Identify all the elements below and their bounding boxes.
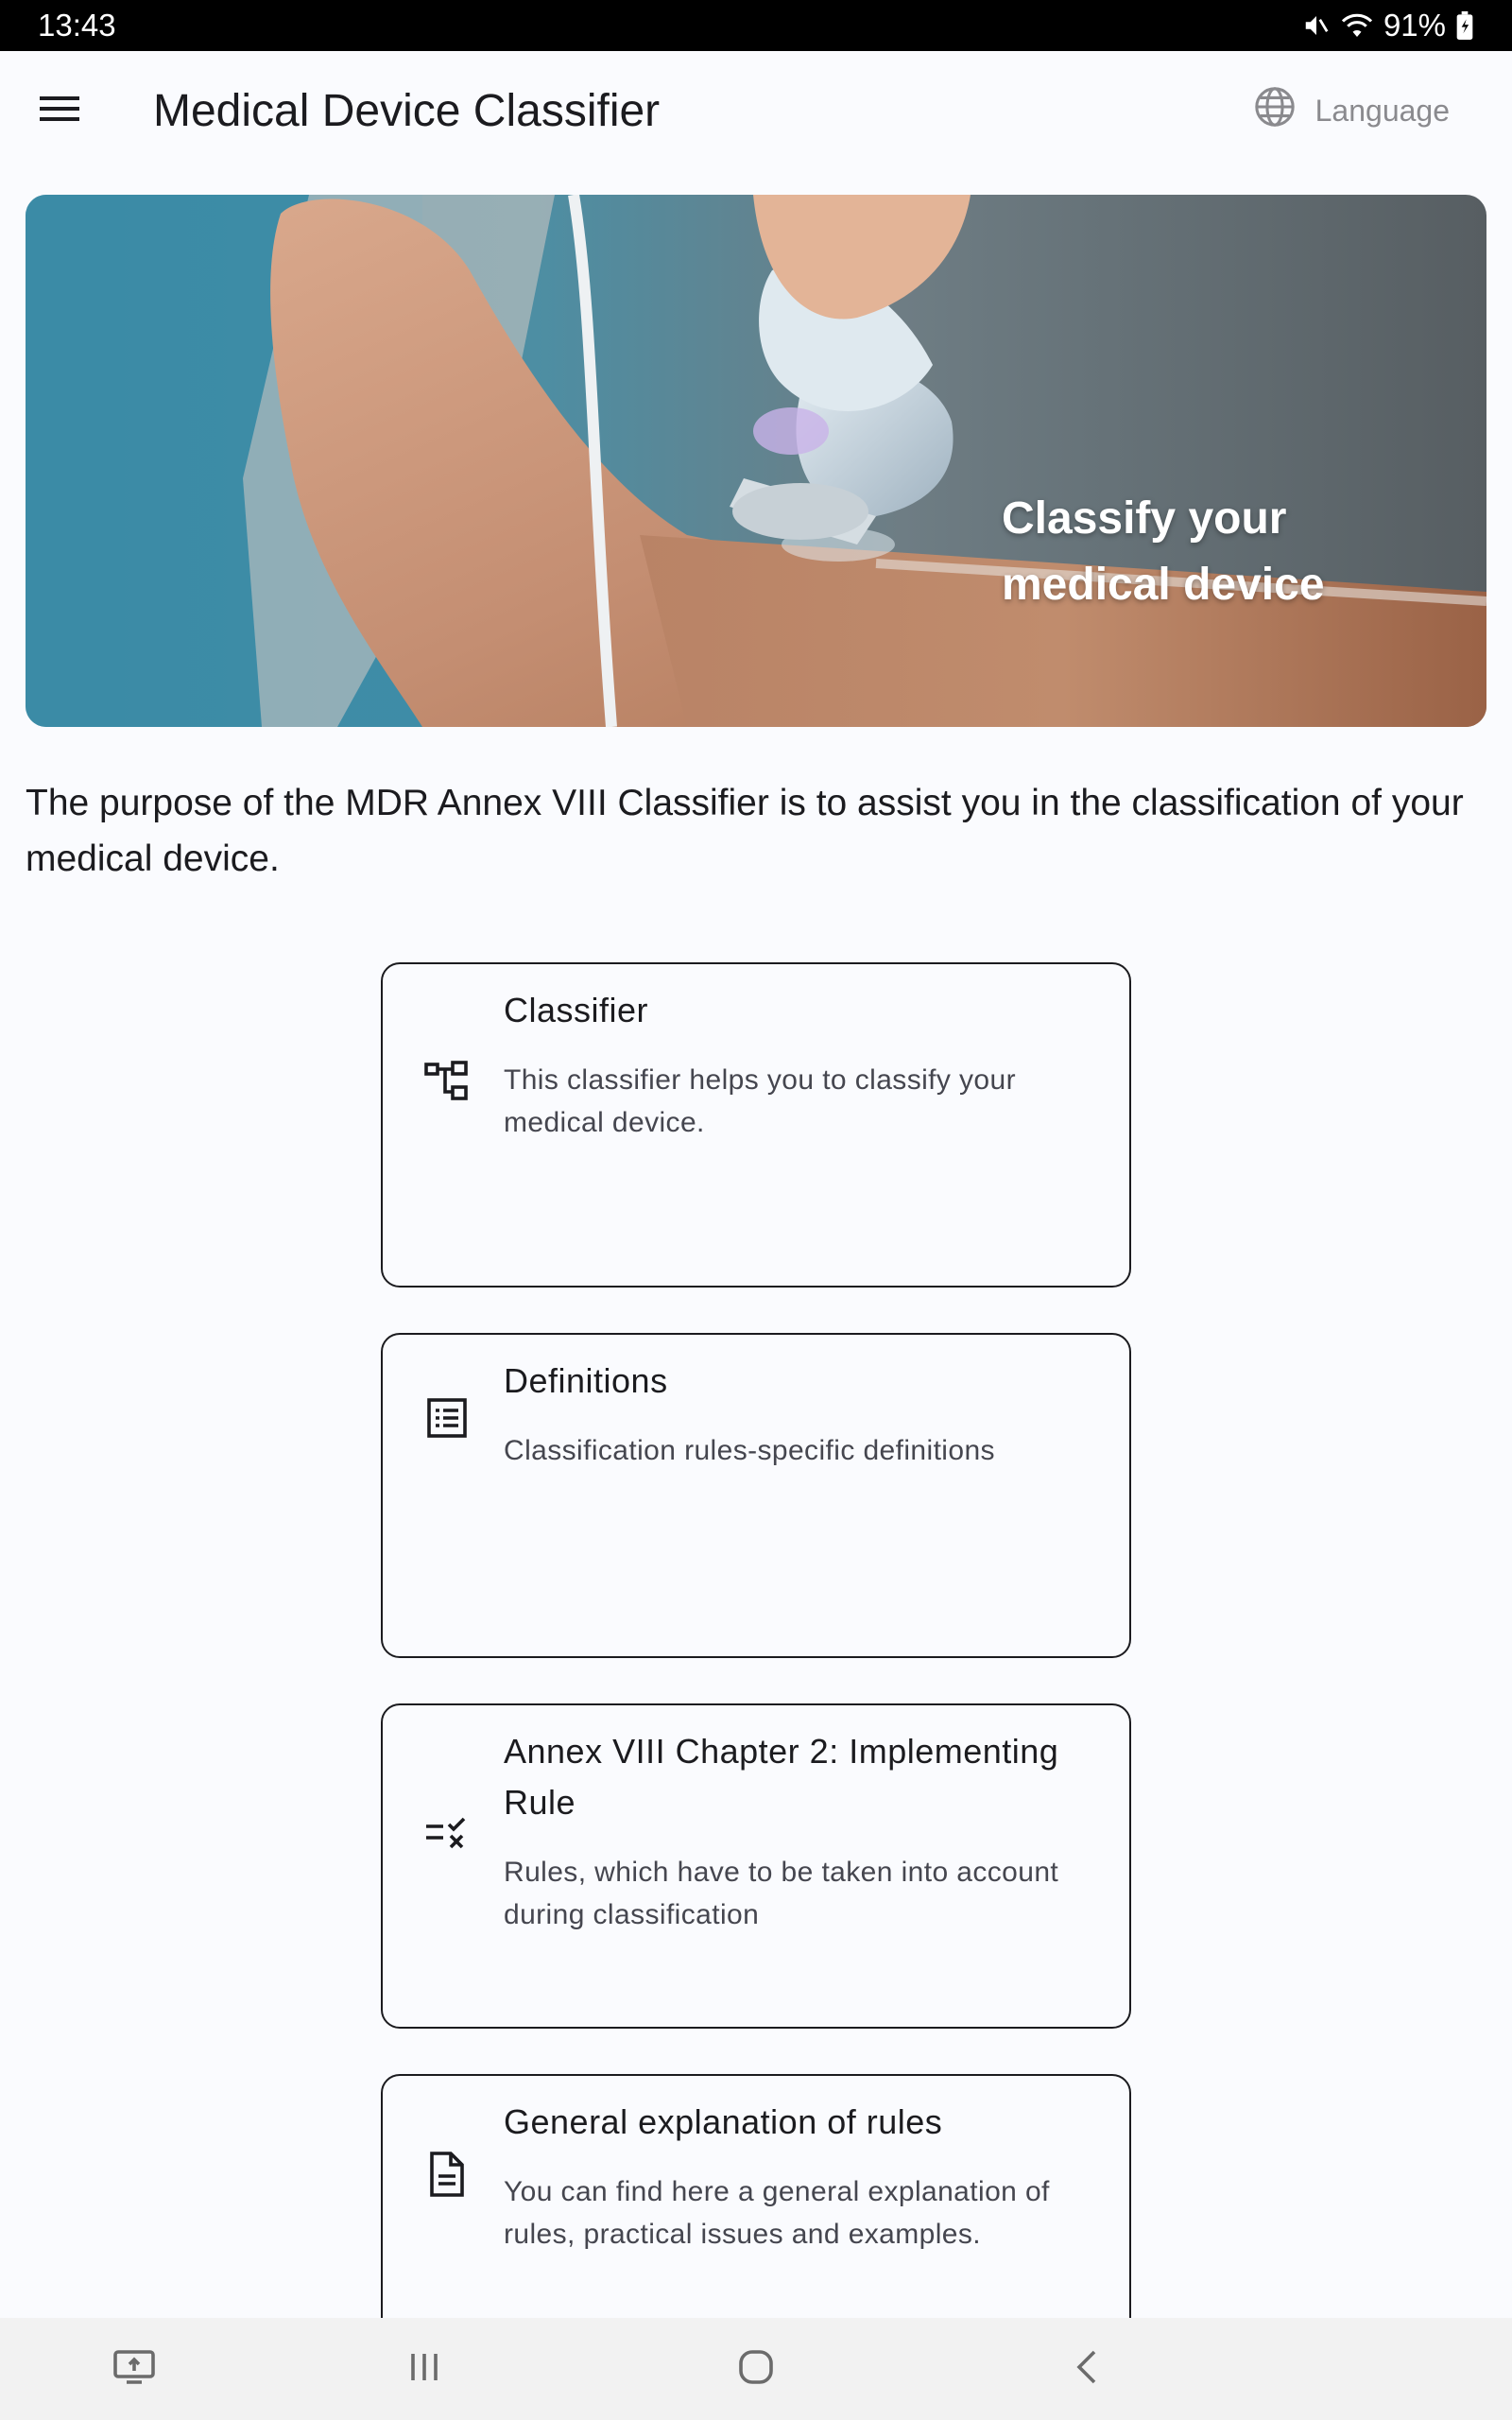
rule-icon (421, 1806, 473, 1858)
system-nav-bar (0, 2318, 1512, 2420)
status-time: 13:43 (38, 8, 116, 43)
card-title: General explanation of rules (504, 2102, 943, 2141)
card-description: You can find here a general explanation … (504, 2176, 1050, 2250)
intro-text: The purpose of the MDR Annex VIII Classi… (26, 783, 1464, 879)
hero-heading: Classify your medical device (1002, 486, 1325, 618)
card-implementing-rule[interactable]: Annex VIII Chapter 2: Implementing Rule … (381, 1703, 1131, 2029)
screen-share-icon (112, 2348, 157, 2391)
hero-line-1: Classify your (1002, 493, 1287, 544)
recent-apps-button[interactable] (396, 2341, 453, 2397)
card-title: Annex VIII Chapter 2: Implementing Rule (504, 1732, 1059, 1822)
home-button[interactable] (728, 2341, 784, 2397)
menu-icon (40, 95, 79, 128)
hero-line-2: medical device (1002, 560, 1325, 610)
app-bar: Medical Device Classifier Language (0, 51, 1512, 170)
list-alt-icon (421, 1392, 473, 1444)
screen-share-button[interactable] (106, 2341, 163, 2397)
home-icon (737, 2348, 775, 2391)
recent-apps-icon (405, 2350, 443, 2389)
wifi-icon (1340, 11, 1374, 40)
account-tree-icon (421, 1055, 473, 1108)
back-icon (1074, 2348, 1100, 2391)
card-title: Classifier (504, 991, 649, 1029)
card-title: Definitions (504, 1361, 668, 1400)
mute-icon (1302, 11, 1331, 40)
menu-button[interactable] (28, 79, 91, 142)
card-definitions[interactable]: Definitions Classification rules-specifi… (381, 1333, 1131, 1658)
hero-banner: Classify your medical device (26, 195, 1486, 727)
battery-icon (1455, 11, 1474, 40)
globe-icon (1253, 85, 1297, 136)
card-classifier[interactable]: Classifier This classifier helps you to … (381, 962, 1131, 1288)
card-description: Classification rules-specific definition… (504, 1435, 995, 1466)
app-title: Medical Device Classifier (153, 85, 661, 136)
language-label: Language (1314, 93, 1450, 128)
card-description: This classifier helps you to classify yo… (504, 1064, 1016, 1138)
battery-percent: 91% (1383, 8, 1446, 43)
language-button[interactable]: Language (1253, 79, 1450, 142)
status-bar: 13:43 91% (0, 0, 1512, 51)
back-button[interactable] (1058, 2341, 1115, 2397)
hero-image (26, 195, 1486, 727)
card-description: Rules, which have to be taken into accou… (504, 1857, 1059, 1930)
status-icons: 91% (1302, 8, 1474, 43)
document-icon (421, 2148, 473, 2201)
